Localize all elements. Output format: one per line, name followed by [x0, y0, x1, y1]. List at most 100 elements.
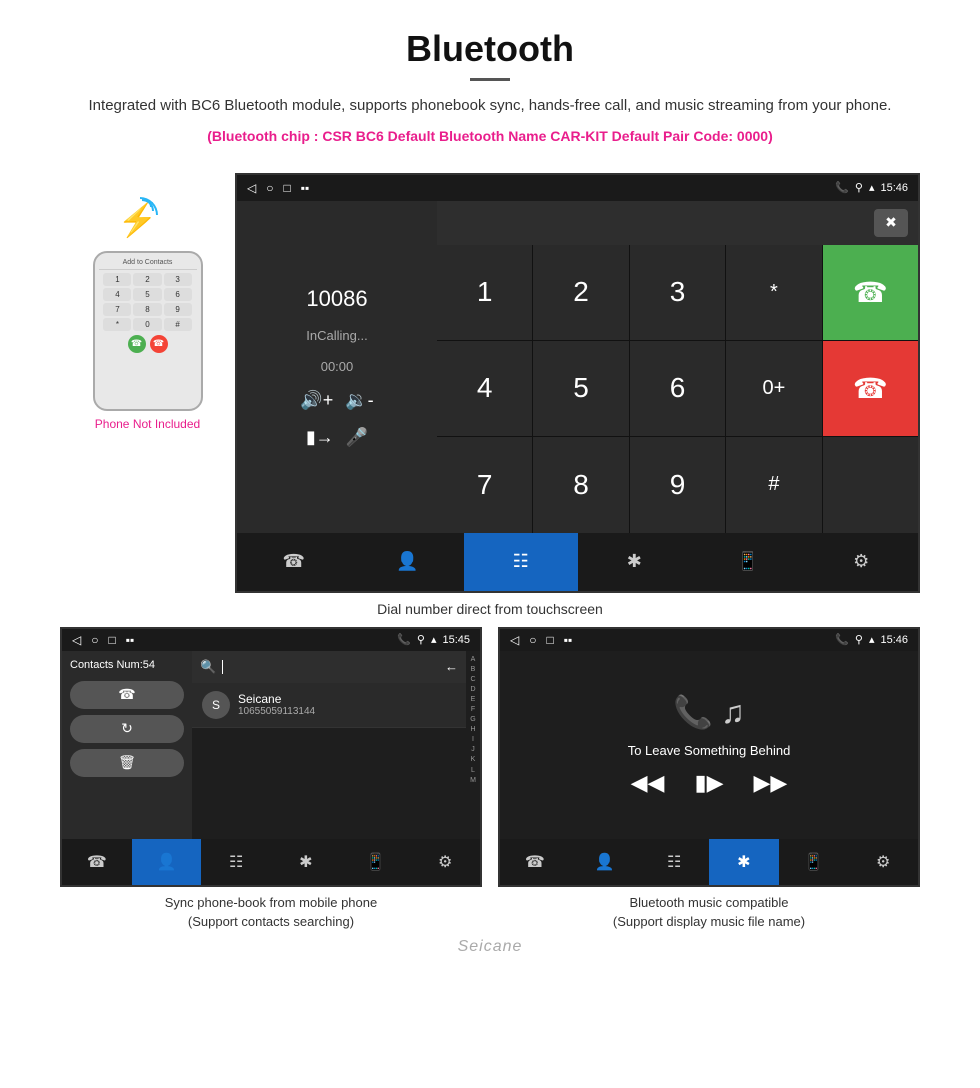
- alpha-k[interactable]: K: [471, 755, 476, 764]
- music-wifi-icon: ▴: [869, 633, 875, 646]
- end-call-button[interactable]: ☎: [823, 341, 918, 436]
- key-5[interactable]: 5: [533, 341, 628, 436]
- dialer-left-panel: 10086 InCalling... 00:00 🔊+ 🔉- ▮→ 🎤: [237, 201, 437, 533]
- bottom-screens-row: ◁ ○ □ ▪▪ 📞 ⚲ ▴ 15:45 Contacts Num:54 ☎: [0, 627, 980, 932]
- key-4[interactable]: 4: [437, 341, 532, 436]
- dialed-number: 10086: [306, 286, 367, 312]
- alpha-b[interactable]: B: [471, 665, 476, 674]
- phone-key-6: 6: [164, 288, 192, 301]
- nav-keypad[interactable]: ☷: [464, 533, 578, 591]
- transfer-mute-controls: ▮→ 🎤: [306, 427, 368, 448]
- alpha-c[interactable]: C: [470, 675, 475, 684]
- contacts-recents-icon: □: [108, 633, 115, 647]
- key-2[interactable]: 2: [533, 245, 628, 340]
- alpha-g[interactable]: G: [470, 715, 475, 724]
- contact-avatar: S: [202, 691, 230, 719]
- music-nav-contacts[interactable]: 👤: [570, 839, 640, 885]
- alpha-h[interactable]: H: [470, 725, 475, 734]
- contacts-nav-transfer[interactable]: 📱: [341, 839, 411, 885]
- alpha-i[interactable]: I: [472, 735, 474, 744]
- call-contact-btn[interactable]: ☎: [70, 681, 184, 709]
- contacts-nav-contacts[interactable]: 👤: [132, 839, 202, 885]
- music-phone-art: 📞: [673, 693, 713, 731]
- call-button[interactable]: ☎: [823, 245, 918, 340]
- contacts-phone-icon: 📞: [397, 633, 411, 646]
- alpha-j[interactable]: J: [471, 745, 475, 754]
- volume-down-icon[interactable]: 🔉-: [345, 390, 373, 411]
- music-status-left: ◁ ○ □ ▪▪: [510, 633, 572, 647]
- alpha-e[interactable]: E: [471, 695, 476, 704]
- music-nav-settings[interactable]: ⚙: [848, 839, 918, 885]
- bluetooth-specs: (Bluetooth chip : CSR BC6 Default Blueto…: [60, 126, 920, 147]
- key-8[interactable]: 8: [533, 437, 628, 532]
- delete-btn[interactable]: 🗑: [70, 749, 184, 777]
- music-screen: ◁ ○ □ ▪▪ 📞 ⚲ ▴ 15:46 📞 ♫ To Leave: [498, 627, 920, 887]
- key-7[interactable]: 7: [437, 437, 532, 532]
- main-screen-caption: Dial number direct from touchscreen: [0, 593, 980, 623]
- header-description: Integrated with BC6 Bluetooth module, su…: [60, 95, 920, 118]
- main-status-bar: ◁ ○ □ ▪▪ 📞 ⚲ ▴ 15:46: [237, 175, 918, 201]
- alpha-m[interactable]: M: [470, 776, 476, 785]
- nav-transfer[interactable]: 📱: [691, 533, 805, 591]
- phone-key-4: 4: [103, 288, 131, 301]
- key-0plus[interactable]: 0+: [726, 341, 821, 436]
- contacts-wifi-icon: ▴: [431, 633, 437, 646]
- backspace-button[interactable]: ✖: [874, 209, 908, 237]
- music-nav-transfer[interactable]: 📱: [779, 839, 849, 885]
- music-phone-icon: 📞: [835, 633, 849, 646]
- music-nav-phone[interactable]: ☎: [500, 839, 570, 885]
- location-icon: ⚲: [855, 181, 863, 194]
- contacts-nav-phone[interactable]: ☎: [62, 839, 132, 885]
- music-clock: 15:46: [880, 634, 908, 646]
- dialer-body: 10086 InCalling... 00:00 🔊+ 🔉- ▮→ 🎤 ✖: [237, 201, 918, 533]
- mute-icon[interactable]: 🎤: [346, 427, 368, 448]
- phone-call-buttons: ☎ ☎: [103, 335, 191, 353]
- contacts-bottom-nav: ☎ 👤 ☷ ✱ 📱 ⚙: [62, 839, 480, 885]
- next-chapter-button[interactable]: ▮▶: [694, 770, 723, 796]
- numpad-display: ✖: [437, 201, 918, 245]
- volume-up-icon[interactable]: 🔊+: [300, 390, 333, 411]
- music-recents-icon: □: [546, 633, 553, 647]
- phone-key-9: 9: [164, 303, 192, 316]
- key-hash[interactable]: #: [726, 437, 821, 532]
- key-1[interactable]: 1: [437, 245, 532, 340]
- numpad-area: ✖ 1 2 3 * ☎ 4 5 6 0+ ☎ 7 8 9 #: [437, 201, 918, 533]
- contacts-main: 🔍 ← S Seicane 10655059113144: [192, 651, 466, 839]
- contacts-nav-settings[interactable]: ⚙: [410, 839, 480, 885]
- status-bar-left: ◁ ○ □ ▪▪: [247, 181, 309, 195]
- next-track-button[interactable]: ▶▶: [754, 770, 788, 796]
- key-6[interactable]: 6: [630, 341, 725, 436]
- key-9[interactable]: 9: [630, 437, 725, 532]
- wifi-icon: ▴: [869, 181, 875, 194]
- contacts-status-right: 📞 ⚲ ▴ 15:45: [397, 633, 470, 646]
- seicane-watermark: Seicane: [0, 932, 980, 962]
- home-icon: ○: [266, 181, 273, 195]
- phone-key-7: 7: [103, 303, 131, 316]
- nav-phone[interactable]: ☎: [237, 533, 351, 591]
- sync-btn[interactable]: ↻: [70, 715, 184, 743]
- contacts-screen-wrap: ◁ ○ □ ▪▪ 📞 ⚲ ▴ 15:45 Contacts Num:54 ☎: [60, 627, 482, 932]
- alpha-l[interactable]: L: [471, 766, 475, 775]
- prev-track-button[interactable]: ◀◀: [631, 770, 665, 796]
- music-nav-keypad[interactable]: ☷: [639, 839, 709, 885]
- nav-contacts[interactable]: 👤: [351, 533, 465, 591]
- contacts-clock: 15:45: [442, 634, 470, 646]
- contacts-nav-bluetooth[interactable]: ✱: [271, 839, 341, 885]
- key-star[interactable]: *: [726, 245, 821, 340]
- key-3[interactable]: 3: [630, 245, 725, 340]
- transfer-icon[interactable]: ▮→: [306, 427, 334, 448]
- alpha-d[interactable]: D: [470, 685, 475, 694]
- nav-settings[interactable]: ⚙: [805, 533, 919, 591]
- contacts-nav-keypad[interactable]: ☷: [201, 839, 271, 885]
- contact-list-item[interactable]: S Seicane 10655059113144: [192, 683, 466, 728]
- alpha-f[interactable]: F: [471, 705, 475, 714]
- contacts-home-icon: ○: [91, 633, 98, 647]
- music-nav-bluetooth[interactable]: ✱: [709, 839, 779, 885]
- nav-bluetooth[interactable]: ✱: [578, 533, 692, 591]
- signal-arcs: [144, 199, 152, 207]
- alpha-a[interactable]: A: [471, 655, 476, 664]
- contact-name: Seicane: [238, 692, 315, 706]
- music-caption: Bluetooth music compatible (Support disp…: [613, 893, 805, 932]
- title-divider: [470, 78, 510, 81]
- phone-key-star: *: [103, 318, 131, 331]
